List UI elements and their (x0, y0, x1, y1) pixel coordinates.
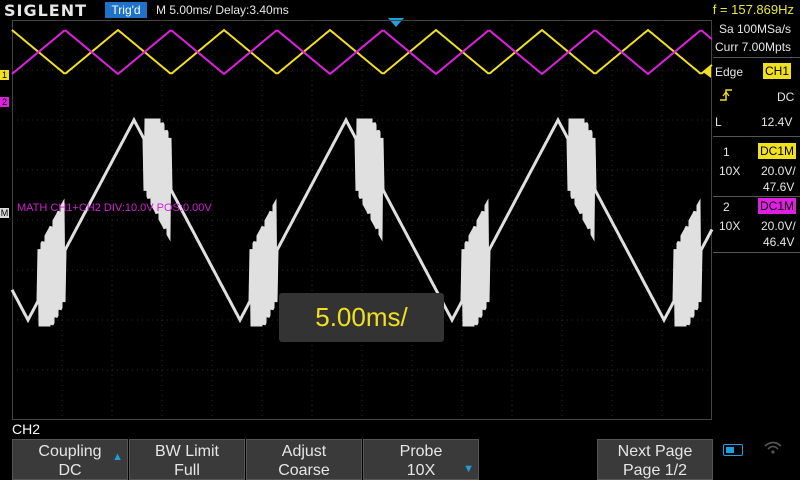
ch1-coupling-badge: DC1M (758, 143, 797, 159)
trigger-mode: L (715, 115, 722, 129)
sample-rate: Sa 100MSa/s (719, 22, 792, 36)
ch1-trace (11, 28, 713, 75)
math-label: MATH CH1+CH2 DIV:10.0V POS:0.00V (17, 202, 212, 214)
trigger-level-marker[interactable] (703, 66, 711, 78)
ch1-number: 1 (723, 145, 730, 159)
next-page-softkey[interactable]: Next Page Page 1/2 (597, 439, 713, 480)
softkey-label: BW Limit (155, 443, 219, 460)
chevron-up-icon: ▲ (112, 451, 123, 463)
softkey-label: Probe (399, 443, 443, 460)
trigger-level: 12.4V (761, 115, 793, 129)
ch1-level-marker[interactable]: 1 (0, 70, 9, 80)
bw-limit-softkey[interactable]: BW Limit Full (129, 439, 245, 480)
softkey-value: 10X (406, 462, 436, 479)
chevron-down-icon: ▼ (463, 463, 474, 475)
trigger-type: Edge (715, 65, 744, 79)
rising-edge-icon (719, 88, 733, 105)
waveform-display (10, 20, 714, 420)
memory-depth: Curr 7.00Mpts (715, 40, 792, 54)
softkey-label: Coupling (38, 443, 102, 460)
softkey-value: Coarse (278, 462, 330, 479)
ch2-marker-label: 2 (1, 97, 7, 107)
ch2-trace (11, 29, 713, 76)
menu-title: CH2 (12, 421, 41, 437)
softkey-label: Next Page (617, 443, 693, 460)
softkey-value: Full (174, 462, 200, 479)
math-level-marker[interactable]: M (0, 208, 9, 218)
trigger-source-badge: CH1 (763, 63, 792, 79)
ch2-level-marker[interactable]: 2 (0, 97, 9, 107)
info-side-panel: Sa 100MSa/s Curr 7.00Mpts Edge CH1 DC L … (713, 20, 800, 460)
softkey-bar: Coupling DC ▲ BW Limit Full Adjust Coars… (0, 439, 800, 480)
ch2-number: 2 (723, 200, 730, 214)
coupling-softkey[interactable]: Coupling DC ▲ (12, 439, 128, 480)
ch1-scale: 20.0V/ (761, 164, 796, 178)
math-marker-label: M (0, 208, 9, 218)
timebase-popup-text: 5.00ms/ (315, 302, 408, 332)
ch1-probe: 10X (719, 164, 741, 178)
ch2-offset: 46.4V (763, 235, 795, 249)
softkey-value: DC (58, 462, 82, 479)
ch2-scale: 20.0V/ (761, 219, 796, 233)
grid-lines (12, 20, 712, 420)
ch1-marker-label: 1 (1, 70, 7, 80)
ch2-coupling-badge: DC1M (758, 198, 797, 214)
timebase-popup: 5.00ms/ (279, 293, 444, 342)
probe-softkey[interactable]: Probe 10X ▼ (363, 439, 479, 480)
adjust-softkey[interactable]: Adjust Coarse (246, 439, 362, 480)
ch2-probe: 10X (719, 219, 741, 233)
trigger-coupling: DC (777, 90, 795, 104)
softkey-label: Adjust (281, 443, 327, 460)
ch1-offset: 47.6V (763, 180, 795, 194)
softkey-value: Page 1/2 (622, 462, 688, 479)
battery-icon (723, 444, 743, 456)
wifi-icon (763, 440, 783, 456)
